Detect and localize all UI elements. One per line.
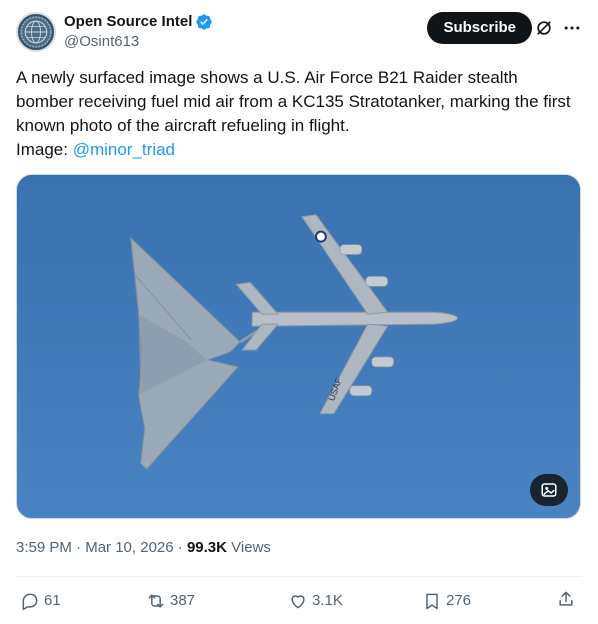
alt-text-button[interactable] xyxy=(530,474,568,506)
repost-count: 387 xyxy=(170,592,196,609)
repost-button[interactable]: 387 xyxy=(146,589,195,613)
globe-emblem-avatar xyxy=(19,15,53,49)
author-names: Open Source Intel @Osint613 xyxy=(64,12,213,52)
reply-count: 61 xyxy=(44,592,61,609)
tweet-image[interactable]: USAF xyxy=(16,174,581,519)
bookmark-count: 276 xyxy=(446,592,472,609)
tweet-header: Open Source Intel @Osint613 Subscribe xyxy=(16,12,582,56)
tweet-body: A newly surfaced image shows a U.S. Air … xyxy=(16,68,571,135)
author-display-name-row[interactable]: Open Source Intel xyxy=(64,12,213,32)
tweet-text: A newly surfaced image shows a U.S. Air … xyxy=(16,66,576,162)
heart-icon xyxy=(291,595,305,609)
meta-separator: · xyxy=(76,539,82,556)
divider xyxy=(16,576,582,577)
share-icon xyxy=(559,591,573,606)
reply-icon xyxy=(22,593,38,611)
share-button[interactable] xyxy=(556,589,576,609)
tweet-meta: 3:59 PM · Mar 10, 2026 · 99.3K Views xyxy=(16,538,271,558)
views-label: Views xyxy=(231,539,271,556)
alt-text-icon xyxy=(541,483,557,497)
bookmark-button[interactable]: 276 xyxy=(422,589,471,613)
tweet-time[interactable]: 3:59 PM xyxy=(16,539,72,556)
avatar[interactable] xyxy=(16,12,56,52)
meta-separator: · xyxy=(177,539,183,556)
subscribe-button[interactable]: Subscribe xyxy=(427,12,532,44)
action-bar: 61 387 3.1K 276 xyxy=(16,589,582,613)
repost-icon xyxy=(148,594,164,608)
like-count: 3.1K xyxy=(312,592,343,609)
bookmark-icon xyxy=(426,593,438,610)
like-button[interactable]: 3.1K xyxy=(288,589,343,613)
verified-badge-icon xyxy=(196,14,213,30)
refueling-photo: USAF xyxy=(17,175,580,518)
author-handle[interactable]: @Osint613 xyxy=(64,32,213,52)
views-count: 99.3K xyxy=(186,539,227,556)
mention-link[interactable]: @minor_triad xyxy=(73,140,175,159)
image-credit-prefix: Image: xyxy=(16,140,73,159)
grok-icon[interactable] xyxy=(534,18,554,38)
tweet-date[interactable]: Mar 10, 2026 xyxy=(85,539,173,556)
more-icon[interactable] xyxy=(562,18,582,38)
reply-button[interactable]: 61 xyxy=(20,589,61,613)
author-display-name[interactable]: Open Source Intel xyxy=(64,12,192,32)
